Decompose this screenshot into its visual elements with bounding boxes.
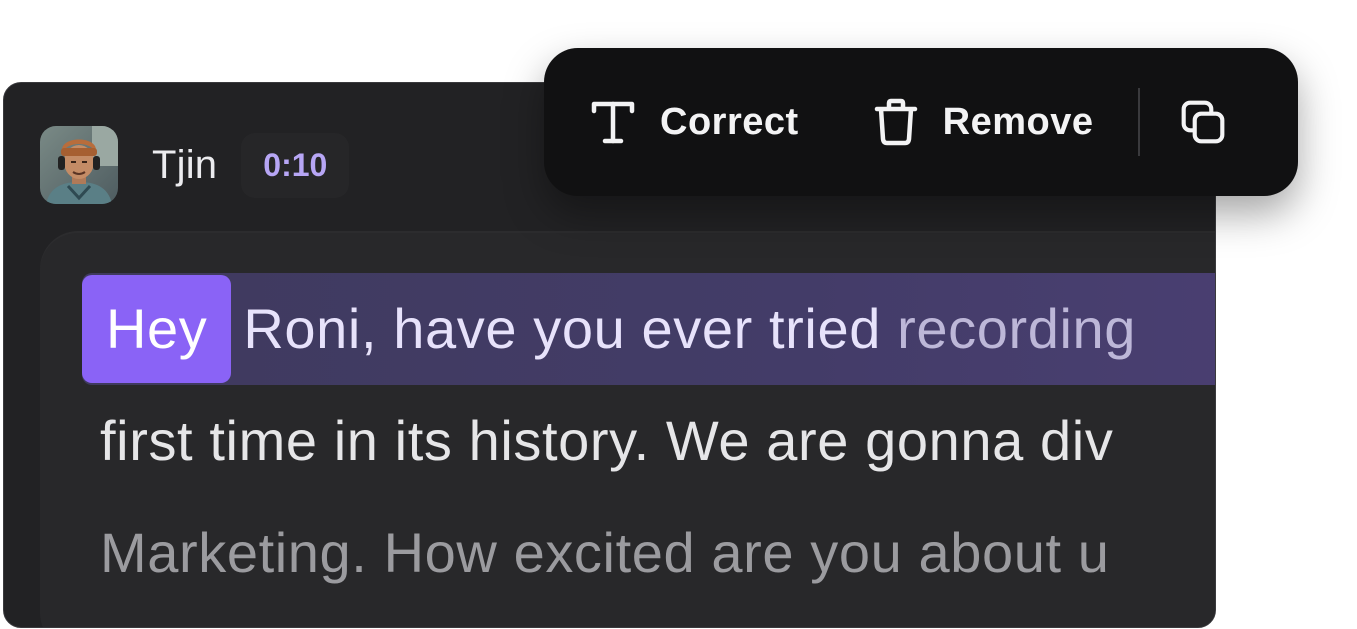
speaker-avatar[interactable] <box>40 126 118 204</box>
remove-button-label: Remove <box>942 100 1094 143</box>
person-avatar-icon <box>40 126 118 204</box>
correct-button-label: Correct <box>660 100 799 143</box>
text-t-icon <box>590 99 636 145</box>
timestamp-badge[interactable]: 0:10 <box>241 132 350 198</box>
word-action-toolbar: Correct Remove <box>544 48 1298 196</box>
transcript-line-1-faded: recording <box>897 297 1136 360</box>
selected-word[interactable]: Hey <box>82 275 232 383</box>
speaker-row: Tjin 0:10 <box>40 125 350 205</box>
copy-icon <box>1180 99 1226 145</box>
transcript-line-3[interactable]: Marketing. How excited are you about u <box>100 497 1110 609</box>
correct-button[interactable]: Correct <box>590 48 799 196</box>
trash-icon <box>873 98 919 146</box>
speaker-name: Tjin <box>152 142 218 187</box>
toolbar-divider <box>1137 88 1140 156</box>
stage: Tjin 0:10 Hey Roni, have you ever tried … <box>0 0 1357 629</box>
copy-button[interactable] <box>1180 48 1226 196</box>
remove-button[interactable]: Remove <box>873 48 1094 196</box>
transcript-line-2[interactable]: first time in its history. We are gonna … <box>100 385 1113 497</box>
transcript-line-active[interactable]: Hey Roni, have you ever tried recording <box>82 273 1215 385</box>
transcript-line-1-text: Roni, have you ever tried <box>243 297 881 360</box>
